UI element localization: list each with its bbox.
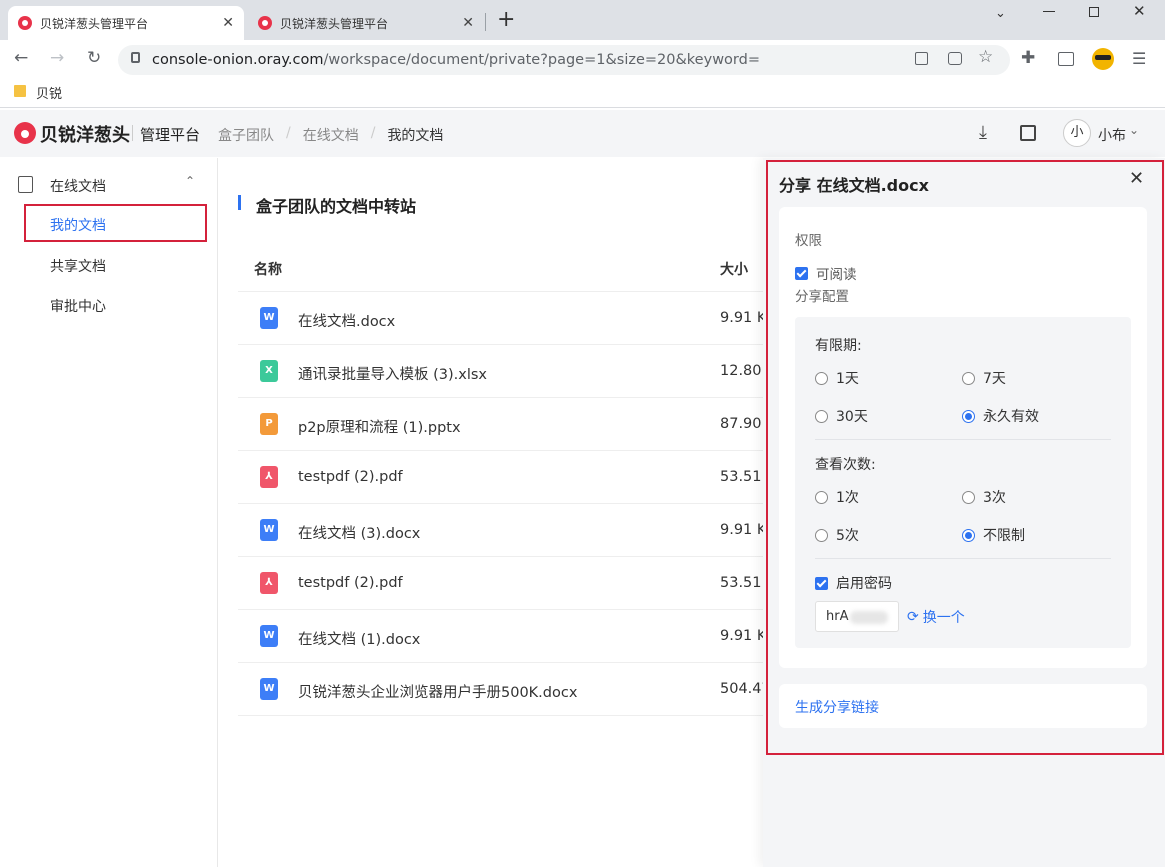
file-name[interactable]: testpdf (2).pdf: [298, 575, 403, 591]
browser-tab-active[interactable]: 贝锐洋葱头管理平台 ✕: [8, 6, 244, 40]
chevron-up-icon[interactable]: ⌃: [185, 174, 195, 188]
file-name[interactable]: 在线文档 (3).docx: [298, 522, 420, 543]
tab-close-icon[interactable]: ✕: [222, 15, 234, 31]
open-external-icon[interactable]: [915, 52, 928, 65]
back-arrow-icon[interactable]: ←: [14, 49, 28, 67]
file-size: 87.90: [720, 416, 762, 432]
side-panel-icon[interactable]: [1058, 52, 1074, 66]
screencast-icon[interactable]: [948, 52, 962, 65]
breadcrumb-item[interactable]: 在线文档: [303, 125, 359, 145]
title-accent-bar: [238, 195, 241, 210]
url-input[interactable]: console-onion.oray.com/workspace/documen…: [118, 45, 1010, 75]
word-file-icon: W: [260, 678, 278, 700]
qr-code-icon[interactable]: [1020, 125, 1036, 141]
file-size: 53.51: [720, 575, 762, 591]
bookmark-star-icon[interactable]: ☆: [978, 47, 993, 67]
file-name[interactable]: 在线文档.docx: [298, 310, 395, 331]
window-close-icon[interactable]: ✕: [1133, 2, 1146, 20]
word-file-icon: W: [260, 519, 278, 541]
divider: [132, 125, 133, 141]
document-icon: [18, 176, 33, 193]
maximize-icon[interactable]: [1089, 7, 1099, 17]
app-favicon-icon: [18, 16, 32, 30]
bookmark-folder[interactable]: 贝锐: [36, 83, 62, 102]
file-name[interactable]: 贝锐洋葱头企业浏览器用户手册500K.docx: [298, 681, 577, 702]
drawer-highlight-outline: [766, 160, 1164, 755]
file-row[interactable]: X 通讯录批量导入模板 (3).xlsx 12.80: [238, 345, 798, 398]
new-tab-button[interactable]: +: [497, 7, 515, 32]
breadcrumb-separator: /: [286, 125, 291, 141]
sidebar: 在线文档 ⌃ 我的文档 共享文档 审批中心: [0, 158, 218, 867]
tab-close-icon[interactable]: ✕: [462, 15, 474, 31]
column-header-name[interactable]: 名称: [254, 259, 282, 279]
file-row[interactable]: W 在线文档 (1).docx 9.91 K: [238, 610, 798, 663]
file-name[interactable]: 在线文档 (1).docx: [298, 628, 420, 649]
pdf-file-icon: ⅄: [260, 572, 278, 594]
breadcrumb-item[interactable]: 盒子团队: [218, 125, 274, 145]
logo-text: 贝锐洋葱头: [40, 125, 130, 146]
app-header: 贝锐洋葱头 管理平台 盒子团队 / 在线文档 / 我的文档 ⤓ 小 小布 ⌄: [0, 110, 1165, 157]
app-favicon-icon: [258, 16, 272, 30]
tab-search-chevron-down-icon[interactable]: ⌄: [995, 6, 1006, 21]
profile-avatar-icon[interactable]: [1092, 48, 1114, 70]
file-row[interactable]: W 在线文档 (3).docx 9.91 K: [238, 504, 798, 557]
word-file-icon: W: [260, 625, 278, 647]
page-title: 盒子团队的文档中转站: [256, 197, 417, 216]
onion-logo-icon: [14, 122, 36, 144]
tab-title: 贝锐洋葱头管理平台: [280, 16, 389, 31]
sidebar-item-shared-docs[interactable]: 共享文档: [50, 256, 106, 276]
file-size: 12.80: [720, 363, 762, 379]
lock-icon: [131, 52, 140, 63]
breadcrumb: 盒子团队 / 在线文档 / 我的文档: [218, 125, 443, 145]
ppt-file-icon: P: [260, 413, 278, 435]
file-name[interactable]: testpdf (2).pdf: [298, 469, 403, 485]
chevron-down-icon[interactable]: ⌄: [1129, 123, 1139, 137]
address-bar-row: ← → ↻ console-onion.oray.com/workspace/d…: [0, 40, 1165, 78]
user-name[interactable]: 小布: [1098, 125, 1126, 145]
file-name[interactable]: 通讯录批量导入模板 (3).xlsx: [298, 363, 487, 384]
sidebar-item-label: 我的文档: [50, 218, 106, 234]
file-name[interactable]: p2p原理和流程 (1).pptx: [298, 416, 461, 437]
file-size: 9.91 K: [720, 522, 767, 538]
browser-tab[interactable]: 贝锐洋葱头管理平台 ✕: [248, 6, 484, 40]
file-row[interactable]: W 在线文档.docx 9.91 K: [238, 292, 798, 345]
url-host: console-onion.oray.com: [152, 52, 324, 68]
word-file-icon: W: [260, 307, 278, 329]
pdf-file-icon: ⅄: [260, 466, 278, 488]
url-path: /workspace/document/private?page=1&size=…: [323, 52, 760, 68]
avatar[interactable]: 小: [1063, 119, 1091, 147]
excel-file-icon: X: [260, 360, 278, 382]
sidebar-item-approval-center[interactable]: 审批中心: [50, 296, 106, 316]
breadcrumb-separator: /: [370, 125, 376, 141]
file-size: 9.91 K: [720, 310, 767, 326]
folder-icon: [14, 85, 26, 97]
file-row[interactable]: ⅄ testpdf (2).pdf 53.51: [238, 451, 798, 504]
file-row[interactable]: W 贝锐洋葱头企业浏览器用户手册500K.docx 504.47: [238, 663, 798, 716]
bookmarks-bar: 贝锐: [0, 78, 1165, 108]
tab-divider: [485, 13, 486, 31]
extensions-puzzle-icon[interactable]: ✚: [1021, 48, 1035, 68]
minimize-icon[interactable]: [1043, 11, 1055, 12]
reload-icon[interactable]: ↻: [87, 49, 101, 67]
breadcrumb-current: 我的文档: [387, 128, 444, 144]
tab-title: 贝锐洋葱头管理平台: [40, 16, 149, 31]
download-icon[interactable]: ⤓: [979, 122, 987, 143]
sidebar-item-my-docs[interactable]: 我的文档: [24, 204, 207, 242]
file-row[interactable]: Pp2p原理和流程 (1).pptx 87.90: [238, 398, 798, 451]
forward-arrow-icon[interactable]: →: [50, 49, 64, 67]
sidebar-group-label[interactable]: 在线文档: [50, 176, 106, 196]
column-header-size[interactable]: 大小: [720, 259, 748, 279]
platform-title: 管理平台: [140, 126, 201, 144]
browser-menu-icon[interactable]: ☰: [1132, 49, 1146, 68]
file-row[interactable]: ⅄ testpdf (2).pdf 53.51: [238, 557, 798, 610]
file-size: 9.91 K: [720, 628, 767, 644]
file-size: 53.51: [720, 469, 762, 485]
browser-tab-strip: 贝锐洋葱头管理平台 ✕ 贝锐洋葱头管理平台 ✕ + ⌄ ✕: [0, 0, 1165, 40]
